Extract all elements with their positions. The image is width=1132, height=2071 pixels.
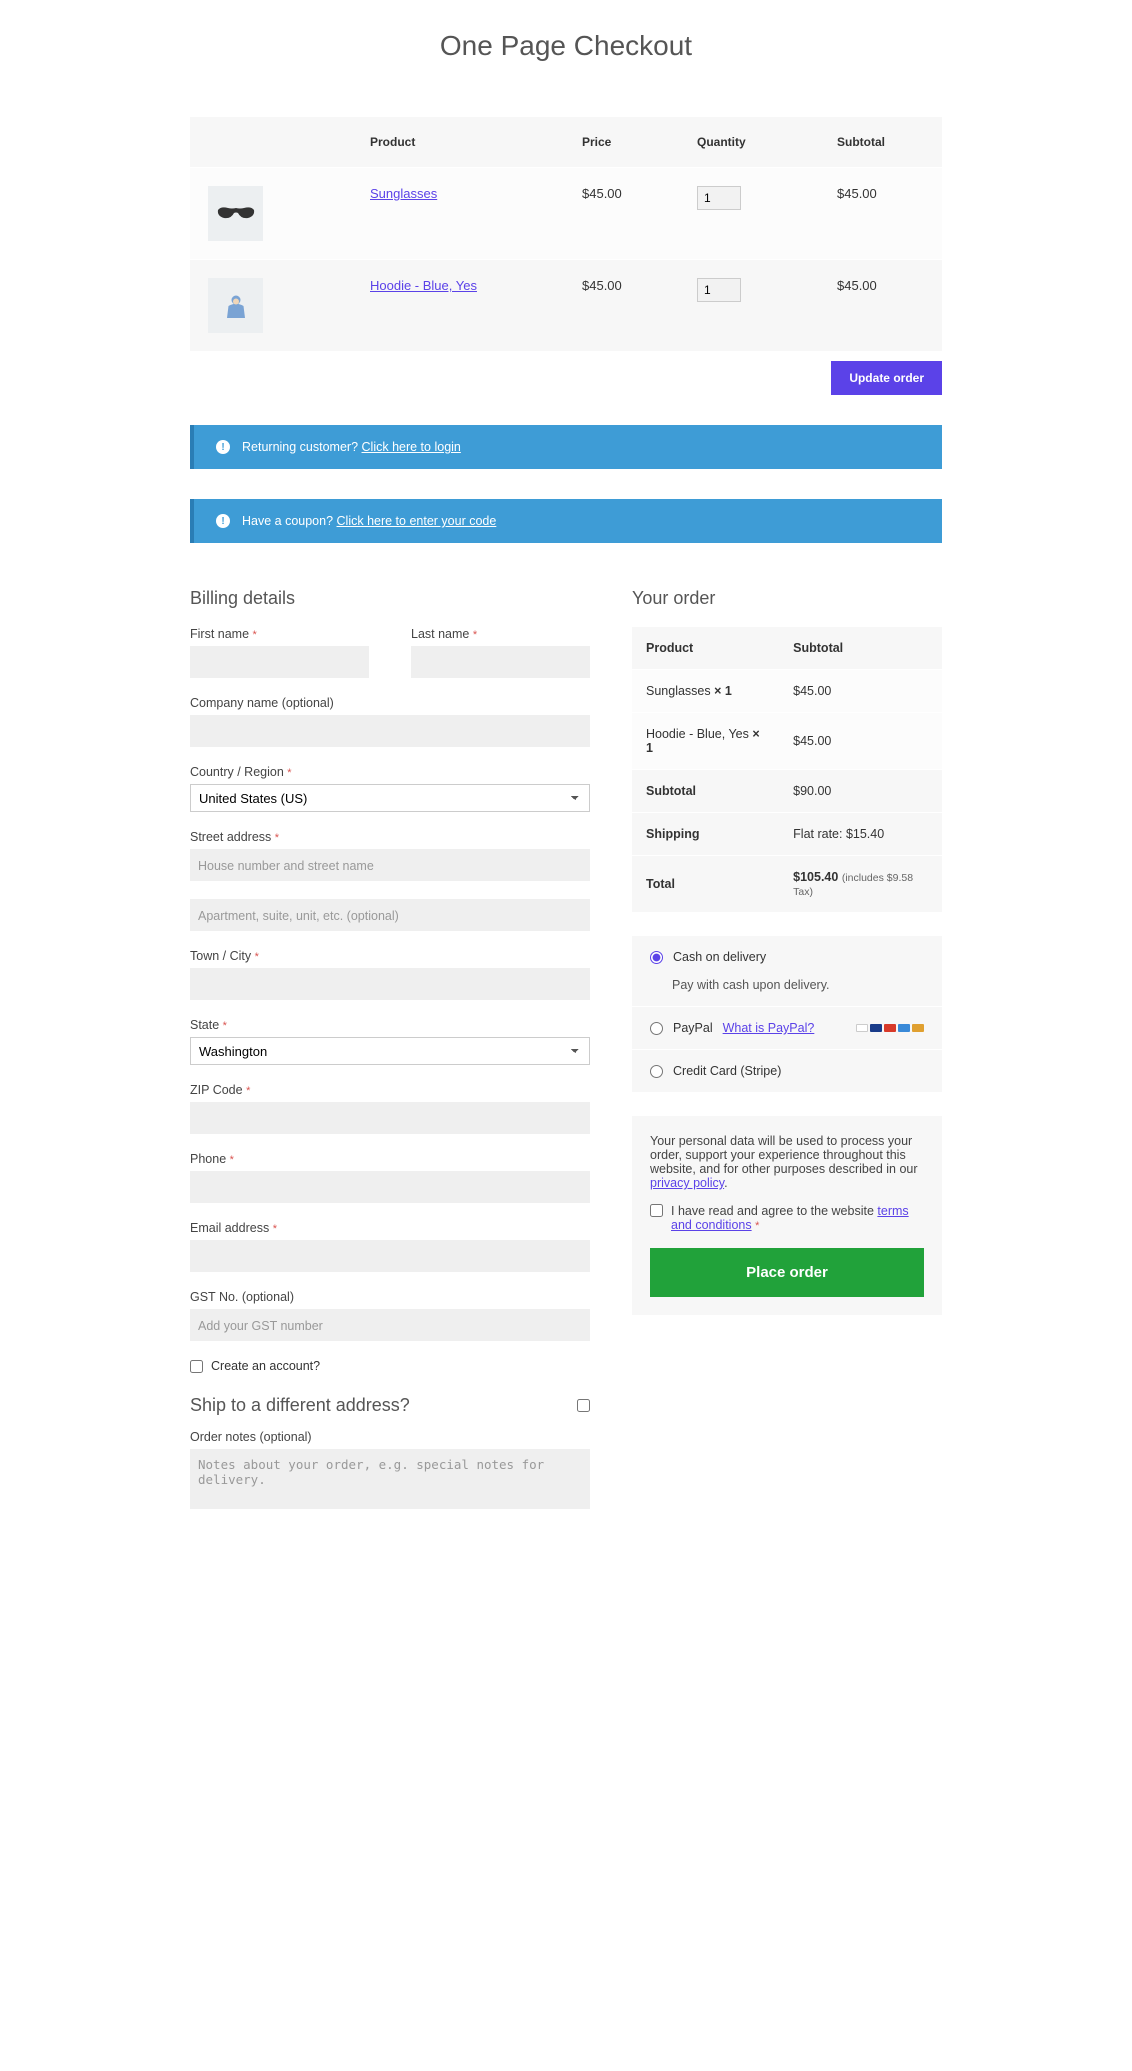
coupon-banner: ! Have a coupon? Click here to enter you…	[190, 499, 942, 543]
city-label: Town / City *	[190, 949, 590, 963]
payment-paypal-label: PayPal	[673, 1021, 713, 1035]
total-value: $105.40 (includes $9.58 Tax)	[779, 856, 942, 913]
coupon-link[interactable]: Click here to enter your code	[337, 514, 497, 528]
gst-label: GST No. (optional)	[190, 1290, 590, 1304]
card-brands-icon	[856, 1024, 924, 1032]
cart-header-product: Product	[360, 117, 572, 168]
country-select[interactable]: United States (US)	[190, 784, 590, 812]
update-order-button[interactable]: Update order	[831, 361, 942, 395]
privacy-box: Your personal data will be used to proce…	[632, 1116, 942, 1315]
product-thumbnail	[208, 186, 263, 241]
coupon-banner-prefix: Have a coupon?	[242, 514, 337, 528]
page-title: One Page Checkout	[190, 30, 942, 62]
cart-header-price: Price	[572, 117, 687, 168]
payment-paypal-radio[interactable]	[650, 1022, 663, 1035]
street-label: Street address *	[190, 830, 590, 844]
cart-price: $45.00	[572, 168, 687, 260]
gst-input[interactable]	[190, 1309, 590, 1341]
order-line: Hoodie - Blue, Yes × 1 $45.00	[632, 713, 942, 770]
phone-input[interactable]	[190, 1171, 590, 1203]
shipping-value: Flat rate: $15.40	[779, 813, 942, 856]
total-label: Total	[632, 856, 779, 913]
cart-table: Product Price Quantity Subtotal Sunglass…	[190, 117, 942, 351]
payment-cod-desc: Pay with cash upon delivery.	[632, 978, 942, 1006]
payment-methods: Cash on delivery Pay with cash upon deli…	[632, 936, 942, 1092]
zip-input[interactable]	[190, 1102, 590, 1134]
subtotal-value: $90.00	[779, 770, 942, 813]
cart-row: Hoodie - Blue, Yes $45.00 $45.00	[190, 260, 942, 352]
notes-label: Order notes (optional)	[190, 1430, 590, 1444]
last-name-label: Last name *	[411, 627, 590, 641]
notes-textarea[interactable]	[190, 1449, 590, 1509]
product-link[interactable]: Hoodie - Blue, Yes	[370, 278, 477, 293]
info-icon: !	[216, 514, 230, 528]
privacy-policy-link[interactable]: privacy policy	[650, 1176, 724, 1190]
quantity-input[interactable]	[697, 278, 741, 302]
zip-label: ZIP Code *	[190, 1083, 590, 1097]
payment-stripe-radio[interactable]	[650, 1065, 663, 1078]
cart-header-qty: Quantity	[687, 117, 827, 168]
first-name-label: First name *	[190, 627, 369, 641]
ship-heading: Ship to a different address?	[190, 1395, 410, 1416]
company-label: Company name (optional)	[190, 696, 590, 710]
country-label: Country / Region *	[190, 765, 590, 779]
street2-input[interactable]	[190, 899, 590, 931]
terms-checkbox[interactable]	[650, 1204, 663, 1217]
order-line: Sunglasses × 1 $45.00	[632, 670, 942, 713]
product-thumbnail	[208, 278, 263, 333]
quantity-input[interactable]	[697, 186, 741, 210]
cart-row: Sunglasses $45.00 $45.00	[190, 168, 942, 260]
shipping-label: Shipping	[632, 813, 779, 856]
place-order-button[interactable]: Place order	[650, 1248, 924, 1297]
create-account-label: Create an account?	[211, 1359, 320, 1373]
first-name-input[interactable]	[190, 646, 369, 678]
payment-stripe-label: Credit Card (Stripe)	[673, 1064, 781, 1078]
ship-diff-checkbox[interactable]	[577, 1399, 590, 1412]
state-select[interactable]: Washington	[190, 1037, 590, 1065]
last-name-input[interactable]	[411, 646, 590, 678]
cart-price: $45.00	[572, 260, 687, 352]
privacy-text: Your personal data will be used to proce…	[650, 1134, 918, 1176]
cart-header-subtotal: Subtotal	[827, 117, 942, 168]
payment-cod-radio[interactable]	[650, 951, 663, 964]
cart-subtotal: $45.00	[827, 168, 942, 260]
order-summary-table: Product Subtotal Sunglasses × 1 $45.00 H…	[632, 627, 942, 912]
login-banner: ! Returning customer? Click here to logi…	[190, 425, 942, 469]
payment-cod-label: Cash on delivery	[673, 950, 766, 964]
login-banner-prefix: Returning customer?	[242, 440, 362, 454]
cart-subtotal: $45.00	[827, 260, 942, 352]
hoodie-icon	[216, 291, 256, 321]
email-label: Email address *	[190, 1221, 590, 1235]
email-input[interactable]	[190, 1240, 590, 1272]
state-label: State *	[190, 1018, 590, 1032]
create-account-checkbox[interactable]	[190, 1360, 203, 1373]
order-hdr-subtotal: Subtotal	[779, 627, 942, 670]
subtotal-label: Subtotal	[632, 770, 779, 813]
street1-input[interactable]	[190, 849, 590, 881]
phone-label: Phone *	[190, 1152, 590, 1166]
sunglasses-icon	[216, 199, 256, 229]
paypal-what-link[interactable]: What is PayPal?	[723, 1021, 815, 1035]
city-input[interactable]	[190, 968, 590, 1000]
order-heading: Your order	[632, 588, 942, 609]
terms-text: I have read and agree to the website	[671, 1204, 877, 1218]
company-input[interactable]	[190, 715, 590, 747]
billing-heading: Billing details	[190, 588, 590, 609]
info-icon: !	[216, 440, 230, 454]
product-link[interactable]: Sunglasses	[370, 186, 437, 201]
login-link[interactable]: Click here to login	[362, 440, 461, 454]
order-hdr-product: Product	[632, 627, 779, 670]
